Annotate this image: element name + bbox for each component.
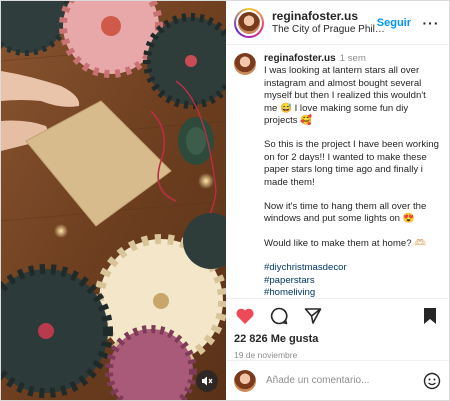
save-button[interactable] <box>419 305 441 327</box>
post-image[interactable] <box>1 1 226 400</box>
likes-count[interactable]: 22 826 Me gusta <box>226 332 449 346</box>
commenter-avatar <box>234 369 256 392</box>
action-bar <box>226 298 449 332</box>
caption-paragraph-4: Would like to make them at home? 🫶🏻 <box>264 237 427 249</box>
caption-username[interactable]: reginafoster.us <box>264 53 336 64</box>
more-options-icon[interactable]: ··· <box>421 15 441 31</box>
caption-paragraph-1: I was looking at lantern stars all over … <box>264 65 426 127</box>
hashtag-link[interactable]: #paperstars <box>264 275 439 287</box>
header-text: reginafoster.us The City of Prague Philh… <box>272 9 390 36</box>
emoji-icon[interactable] <box>423 372 441 390</box>
heart-filled-icon <box>236 308 254 324</box>
follow-button[interactable]: Seguir <box>377 17 411 29</box>
comment-bar <box>226 360 449 400</box>
story-ring[interactable] <box>234 7 264 38</box>
comment-icon <box>270 307 288 324</box>
post-header: reginafoster.us The City of Prague Philh… <box>226 1 449 45</box>
header-username[interactable]: reginafoster.us <box>272 9 373 23</box>
caption-first-line: reginafoster.us 1 sem <box>264 53 439 65</box>
caption-paragraph-3: Now it's time to hang them all over the … <box>264 201 427 225</box>
caption-time: 1 sem <box>339 53 366 64</box>
hashtag-link[interactable]: #homeliving <box>264 287 439 298</box>
bookmark-icon <box>424 307 436 324</box>
share-button[interactable] <box>302 305 324 327</box>
hashtag-link[interactable]: #diychristmasdecor <box>264 262 439 274</box>
share-icon <box>304 307 322 324</box>
speaker-muted-icon <box>202 376 213 386</box>
caption-avatar[interactable] <box>234 53 256 75</box>
header-location[interactable]: The City of Prague Philharmon… <box>272 23 390 36</box>
post-side-panel: reginafoster.us The City of Prague Philh… <box>226 1 449 400</box>
paper-stars-photo <box>1 1 226 400</box>
avatar <box>236 9 262 36</box>
caption-body: reginafoster.us 1 sem I was looking at la… <box>264 53 439 298</box>
instagram-post: reginafoster.us The City of Prague Philh… <box>0 0 450 401</box>
caption-paragraph-2: So this is the project I have been worki… <box>264 139 439 188</box>
comment-button[interactable] <box>268 305 290 327</box>
comment-input[interactable] <box>266 375 423 386</box>
like-button[interactable] <box>234 305 256 327</box>
mute-button[interactable] <box>196 370 218 392</box>
post-date: 19 de noviembre <box>234 350 298 360</box>
caption: reginafoster.us 1 sem I was looking at la… <box>226 45 449 298</box>
